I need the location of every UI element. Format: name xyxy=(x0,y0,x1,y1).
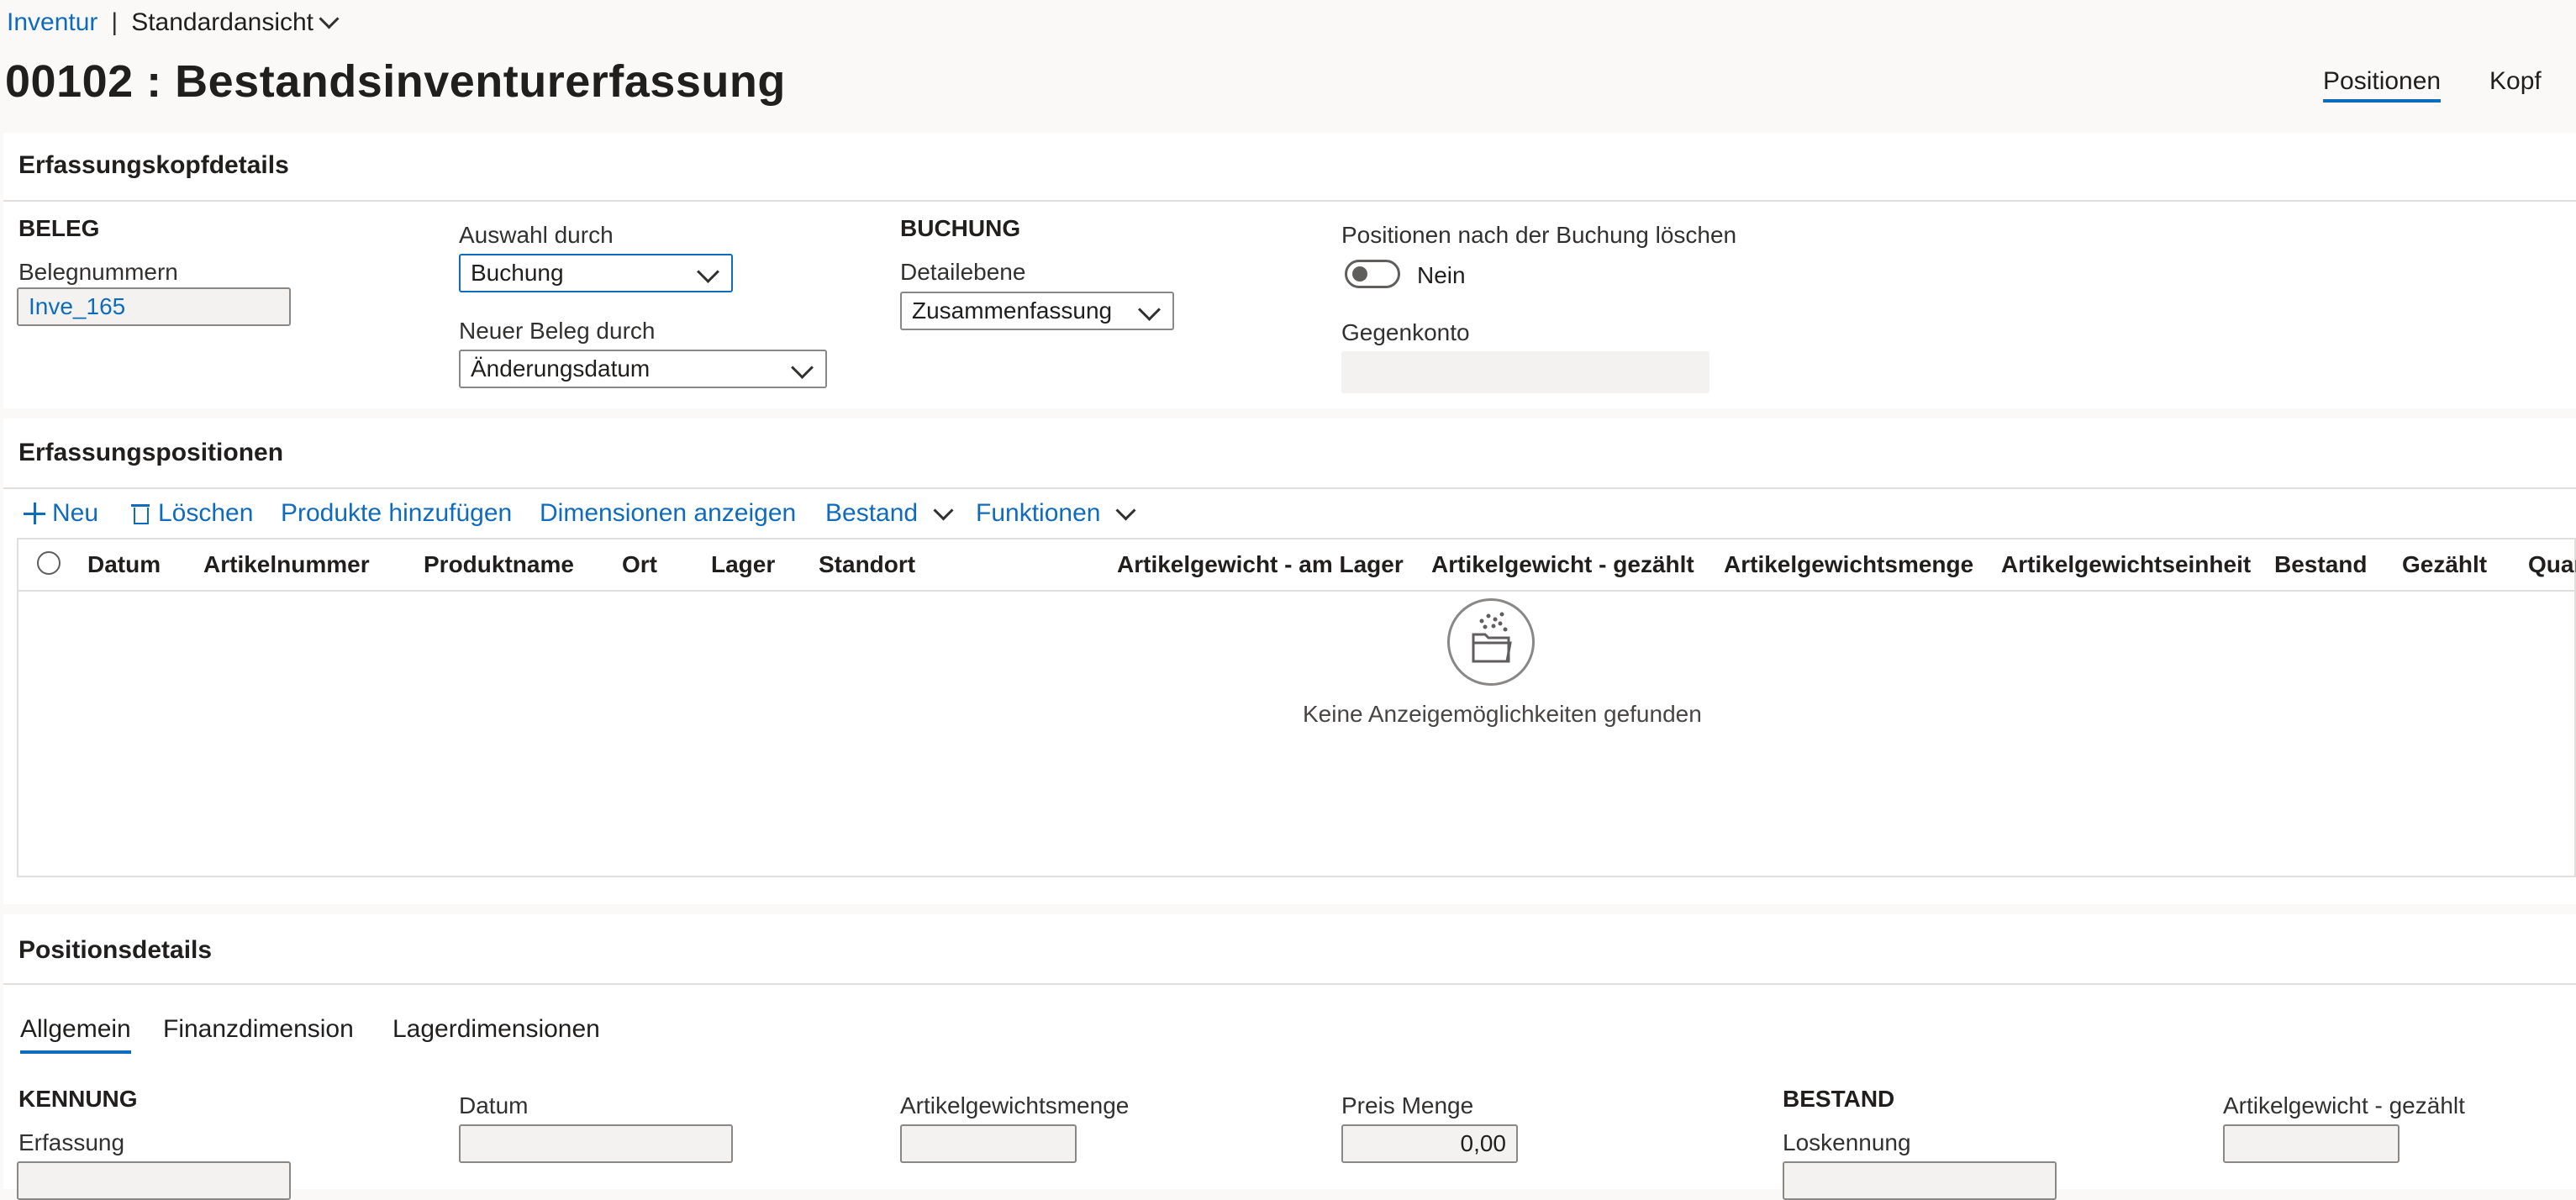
journal-lines-grid: Datum Artikelnummer Produktname Ort Lage… xyxy=(17,538,2576,877)
column-header-produktname[interactable]: Produktname xyxy=(424,551,574,578)
inventory-menu-label: Bestand xyxy=(825,499,919,527)
selection-value: Buchung xyxy=(471,260,564,286)
toggle-knob xyxy=(1352,266,1367,282)
detail-level-value: Zusammenfassung xyxy=(912,297,1113,324)
id-group-heading: KENNUNG xyxy=(18,1086,138,1112)
offset-account-label: Gegenkonto xyxy=(1341,319,1470,345)
new-voucher-value: Änderungsdatum xyxy=(471,355,651,382)
tab-finanzdimension[interactable]: Finanzdimension xyxy=(163,1015,354,1044)
empty-folder-icon xyxy=(1447,598,1535,686)
plus-icon xyxy=(24,503,45,524)
column-header-lager[interactable]: Lager xyxy=(711,551,775,578)
chevron-down-icon xyxy=(697,261,719,283)
header-details-card xyxy=(3,133,2576,408)
column-header-standort[interactable]: Standort xyxy=(819,551,915,578)
catch-weight-qty-label: Artikelgewichtsmenge xyxy=(900,1092,1130,1118)
catch-weight-qty-field[interactable] xyxy=(900,1124,1077,1163)
selection-dropdown[interactable]: Buchung xyxy=(459,254,733,292)
column-header-bestand[interactable]: Bestand xyxy=(2274,551,2367,578)
tab-positionen[interactable]: Positionen xyxy=(2323,67,2442,103)
add-products-button[interactable]: Produkte hinzufügen xyxy=(281,499,512,528)
offset-account-field[interactable] xyxy=(1341,351,1709,393)
column-header-quar[interactable]: Quar xyxy=(2528,551,2576,578)
voucher-label: Belegnummern xyxy=(18,259,178,285)
grid-header-row: Datum Artikelnummer Produktname Ort Lage… xyxy=(18,539,2576,592)
chevron-down-icon xyxy=(791,356,814,379)
new-button-label: Neu xyxy=(52,499,99,527)
price-qty-value: 0,00 xyxy=(1460,1130,1507,1156)
tab-kopf[interactable]: Kopf xyxy=(2489,67,2542,96)
detail-level-label: Detailebene xyxy=(900,259,1026,285)
chevron-down-icon xyxy=(933,499,954,521)
new-voucher-dropdown[interactable]: Änderungsdatum xyxy=(459,350,827,388)
new-button[interactable]: Neu xyxy=(24,499,98,528)
column-header-artikelnummer[interactable]: Artikelnummer xyxy=(203,551,370,578)
chevron-down-icon xyxy=(1115,499,1136,521)
header-details-title[interactable]: Erfassungskopfdetails xyxy=(18,151,289,180)
view-selector[interactable]: Standardansicht xyxy=(131,8,340,37)
column-header-weight-on-hand[interactable]: Artikelgewicht - am Lager xyxy=(1117,551,1404,578)
delete-button-label: Löschen xyxy=(158,499,254,527)
functions-menu-button[interactable]: Funktionen xyxy=(976,499,1136,528)
page-title: 00102 : Bestandsinventurerfassung xyxy=(5,56,786,107)
divider xyxy=(3,200,2576,202)
delete-after-posting-value: Nein xyxy=(1417,262,1466,288)
column-header-catch-weight-qty[interactable]: Artikelgewichtsmenge xyxy=(1724,551,1973,578)
chevron-down-icon xyxy=(1138,298,1161,321)
beleg-group-heading: BELEG xyxy=(18,215,100,241)
counted-weight-field[interactable] xyxy=(2223,1124,2400,1163)
lot-id-field[interactable] xyxy=(1783,1161,2057,1200)
breadcrumb-separator: | xyxy=(111,8,119,36)
column-header-catch-weight-unit[interactable]: Artikelgewichtseinheit xyxy=(2001,551,2251,578)
delete-after-posting-label: Positionen nach der Buchung löschen xyxy=(1341,222,1737,248)
tab-lagerdimensionen[interactable]: Lagerdimensionen xyxy=(392,1015,600,1044)
column-header-ort[interactable]: Ort xyxy=(622,551,657,578)
journal-lines-title[interactable]: Erfassungspositionen xyxy=(18,439,283,467)
lot-id-label: Loskennung xyxy=(1783,1129,1911,1155)
delete-button[interactable]: Löschen xyxy=(131,499,253,528)
inventory-menu-button[interactable]: Bestand xyxy=(825,499,954,528)
posting-group-heading: BUCHUNG xyxy=(900,215,1021,241)
column-header-weight-counted[interactable]: Artikelgewicht - gezählt xyxy=(1431,551,1694,578)
show-dimensions-button[interactable]: Dimensionen anzeigen xyxy=(540,499,796,528)
breadcrumb: Inventur | Standardansicht xyxy=(7,8,340,37)
line-details-title[interactable]: Positionsdetails xyxy=(18,936,212,965)
line-details-card xyxy=(3,914,2576,1189)
voucher-field[interactable]: Inve_165 xyxy=(17,287,291,326)
journal-label: Erfassung xyxy=(18,1129,125,1155)
price-qty-label: Preis Menge xyxy=(1341,1092,1474,1118)
functions-menu-label: Funktionen xyxy=(976,499,1101,527)
counted-weight-label: Artikelgewicht - gezählt xyxy=(2223,1092,2465,1118)
divider xyxy=(3,487,2576,489)
select-all-radio-icon[interactable] xyxy=(37,551,61,575)
breadcrumb-inventur-link[interactable]: Inventur xyxy=(7,8,97,37)
trash-icon xyxy=(131,503,150,524)
column-header-datum[interactable]: Datum xyxy=(87,551,161,578)
new-voucher-label: Neuer Beleg durch xyxy=(459,318,656,344)
chevron-down-icon xyxy=(319,8,340,29)
selection-label: Auswahl durch xyxy=(459,222,614,248)
tab-allgemein[interactable]: Allgemein xyxy=(20,1015,131,1054)
voucher-value[interactable]: Inve_165 xyxy=(29,293,125,320)
delete-after-posting-toggle[interactable] xyxy=(1345,260,1400,288)
date-label: Datum xyxy=(459,1092,529,1118)
divider xyxy=(3,983,2576,985)
inventory-group-heading: BESTAND xyxy=(1783,1086,1895,1112)
view-selector-label: Standardansicht xyxy=(131,8,314,36)
date-field[interactable] xyxy=(459,1124,733,1163)
journal-field[interactable] xyxy=(17,1161,291,1200)
empty-grid-message: Keine Anzeigemöglichkeiten gefunden xyxy=(1303,701,1702,727)
detail-level-dropdown[interactable]: Zusammenfassung xyxy=(900,292,1174,330)
column-header-gezaehlt[interactable]: Gezählt xyxy=(2402,551,2487,578)
price-qty-field[interactable]: 0,00 xyxy=(1341,1124,1518,1163)
